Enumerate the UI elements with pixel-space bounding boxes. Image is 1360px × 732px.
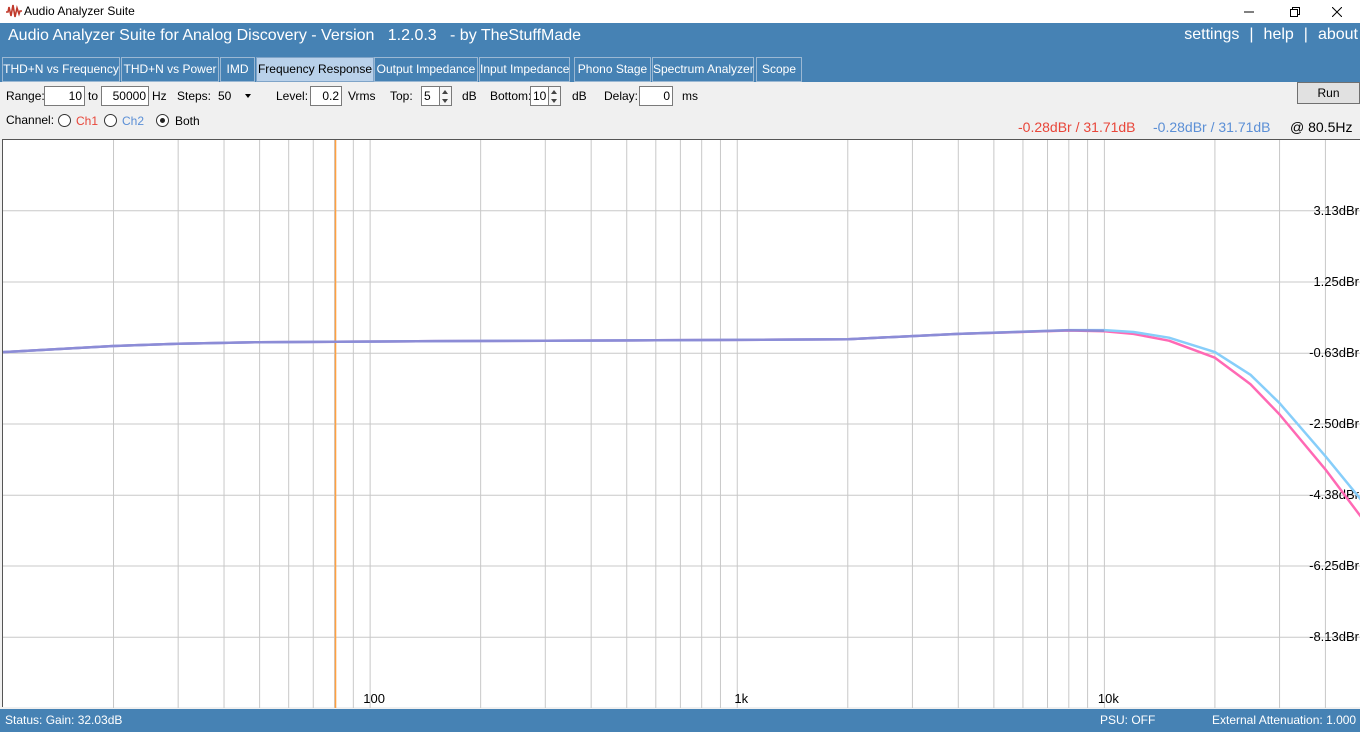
minimize-icon bbox=[1244, 11, 1254, 12]
ch2-radio-label[interactable]: Ch2 bbox=[122, 114, 144, 128]
top-stepper[interactable] bbox=[440, 86, 452, 106]
range-to-label: to bbox=[88, 89, 99, 103]
link-separator: | bbox=[1303, 26, 1308, 43]
chevron-up-icon bbox=[551, 90, 557, 94]
controls-panel: Range: 10 to 50000 Hz Steps: 50 Level: 0… bbox=[0, 82, 1360, 139]
ch2-radio[interactable] bbox=[104, 114, 117, 127]
series-overlap-line bbox=[3, 329, 1105, 354]
window-title: Audio Analyzer Suite bbox=[24, 4, 135, 18]
level-unit-label: Vrms bbox=[348, 89, 376, 103]
psu-status: PSU: OFF bbox=[1100, 713, 1156, 727]
link-separator: | bbox=[1249, 26, 1254, 43]
top-unit-label: dB bbox=[462, 89, 477, 103]
cursor-frequency-readout: @ 80.5Hz bbox=[1290, 119, 1353, 135]
ch2-readout: -0.28dBr / 31.71dB bbox=[1153, 119, 1271, 135]
y-tick-label: -2.50dBr bbox=[1309, 416, 1360, 431]
range-label: Range: bbox=[6, 89, 45, 103]
bottom-unit-label: dB bbox=[572, 89, 587, 103]
y-tick-label: 3.13dBr bbox=[1313, 203, 1359, 218]
bottom-input[interactable]: 10 bbox=[530, 86, 549, 106]
channel-label: Channel: bbox=[6, 113, 55, 127]
y-tick-label: -0.63dBr bbox=[1309, 345, 1360, 360]
both-radio[interactable] bbox=[156, 114, 169, 127]
about-link[interactable]: about bbox=[1318, 26, 1358, 44]
y-tick-label: 1.25dBr bbox=[1313, 274, 1359, 289]
run-button[interactable]: Run bbox=[1297, 82, 1360, 104]
tab-phono-stage[interactable]: Phono Stage bbox=[574, 57, 651, 82]
close-button[interactable] bbox=[1314, 0, 1360, 23]
series-line-ch2 bbox=[3, 328, 1360, 501]
tab-thd-vs-frequency[interactable]: THD+N vs Frequency bbox=[2, 57, 120, 82]
tab-thd-vs-power[interactable]: THD+N vs Power bbox=[121, 57, 219, 82]
steps-select[interactable]: 50 bbox=[214, 86, 256, 106]
frequency-response-chart[interactable]: 3.13dBr 1.25dBr -0.63dBr -2.50dBr -4.38dBr -6… bbox=[2, 139, 1360, 708]
top-input[interactable]: 5 bbox=[421, 86, 440, 106]
x-tick-label: 1k bbox=[734, 691, 748, 706]
tab-output-impedance[interactable]: Output Impedance bbox=[374, 57, 478, 82]
bottom-label: Bottom: bbox=[490, 89, 532, 103]
y-tick-label: -8.13dBr bbox=[1309, 629, 1360, 644]
ch1-radio-label[interactable]: Ch1 bbox=[76, 114, 98, 128]
tab-imd[interactable]: IMD bbox=[220, 57, 255, 82]
restore-button[interactable] bbox=[1272, 0, 1318, 23]
waveform-icon bbox=[6, 4, 22, 18]
x-tick-label: 10k bbox=[1098, 691, 1119, 706]
x-tick-label: 100 bbox=[363, 691, 385, 706]
settings-link[interactable]: settings bbox=[1184, 26, 1239, 44]
tab-bar: THD+N vs Frequency THD+N vs Power IMD Fr… bbox=[0, 55, 1360, 82]
both-radio-label[interactable]: Both bbox=[175, 114, 200, 128]
chevron-down-icon bbox=[245, 94, 251, 98]
steps-value: 50 bbox=[218, 89, 232, 103]
ch1-readout: -0.28dBr / 31.71dB bbox=[1018, 119, 1136, 135]
tab-scope[interactable]: Scope bbox=[756, 57, 802, 82]
chart-canvas[interactable]: 3.13dBr1.25dBr-0.63dBr-2.50dBr-4.38dBr-6… bbox=[3, 140, 1360, 708]
header-links: settings | help | about bbox=[1184, 26, 1358, 44]
window-titlebar: Audio Analyzer Suite bbox=[0, 0, 1360, 23]
range-unit-label: Hz bbox=[152, 89, 167, 103]
delay-input[interactable]: 0 bbox=[639, 86, 673, 106]
app-header: Audio Analyzer Suite for Analog Discover… bbox=[0, 23, 1360, 55]
status-gain: Status: Gain: 32.03dB bbox=[5, 713, 123, 727]
tab-frequency-response[interactable]: Frequency Response bbox=[256, 57, 374, 82]
tab-spectrum-analyzer[interactable]: Spectrum Analyzer bbox=[652, 57, 754, 82]
steps-label: Steps: bbox=[177, 89, 212, 103]
external-attenuation: External Attenuation: 1.000 bbox=[1212, 713, 1357, 727]
tab-input-impedance[interactable]: Input Impedance bbox=[479, 57, 570, 82]
y-tick-label: -6.25dBr bbox=[1309, 558, 1360, 573]
bottom-stepper[interactable] bbox=[549, 86, 561, 106]
level-input[interactable]: 0.2 bbox=[310, 86, 342, 106]
delay-label: Delay: bbox=[604, 89, 639, 103]
close-icon bbox=[1332, 6, 1342, 17]
top-label: Top: bbox=[390, 89, 413, 103]
help-link[interactable]: help bbox=[1264, 26, 1294, 44]
status-bar: Status: Gain: 32.03dB PSU: OFF External … bbox=[0, 709, 1360, 732]
minimize-button[interactable] bbox=[1226, 0, 1272, 23]
ch1-radio[interactable] bbox=[58, 114, 71, 127]
delay-unit-label: ms bbox=[682, 89, 698, 103]
range-from-input[interactable]: 10 bbox=[44, 86, 85, 106]
restore-icon bbox=[1290, 6, 1300, 17]
app-title: Audio Analyzer Suite for Analog Discover… bbox=[8, 27, 582, 44]
chevron-up-icon bbox=[442, 90, 448, 94]
range-to-input[interactable]: 50000 bbox=[101, 86, 149, 106]
level-label: Level: bbox=[276, 89, 309, 103]
chevron-down-icon bbox=[551, 99, 557, 103]
chevron-down-icon bbox=[442, 99, 448, 103]
